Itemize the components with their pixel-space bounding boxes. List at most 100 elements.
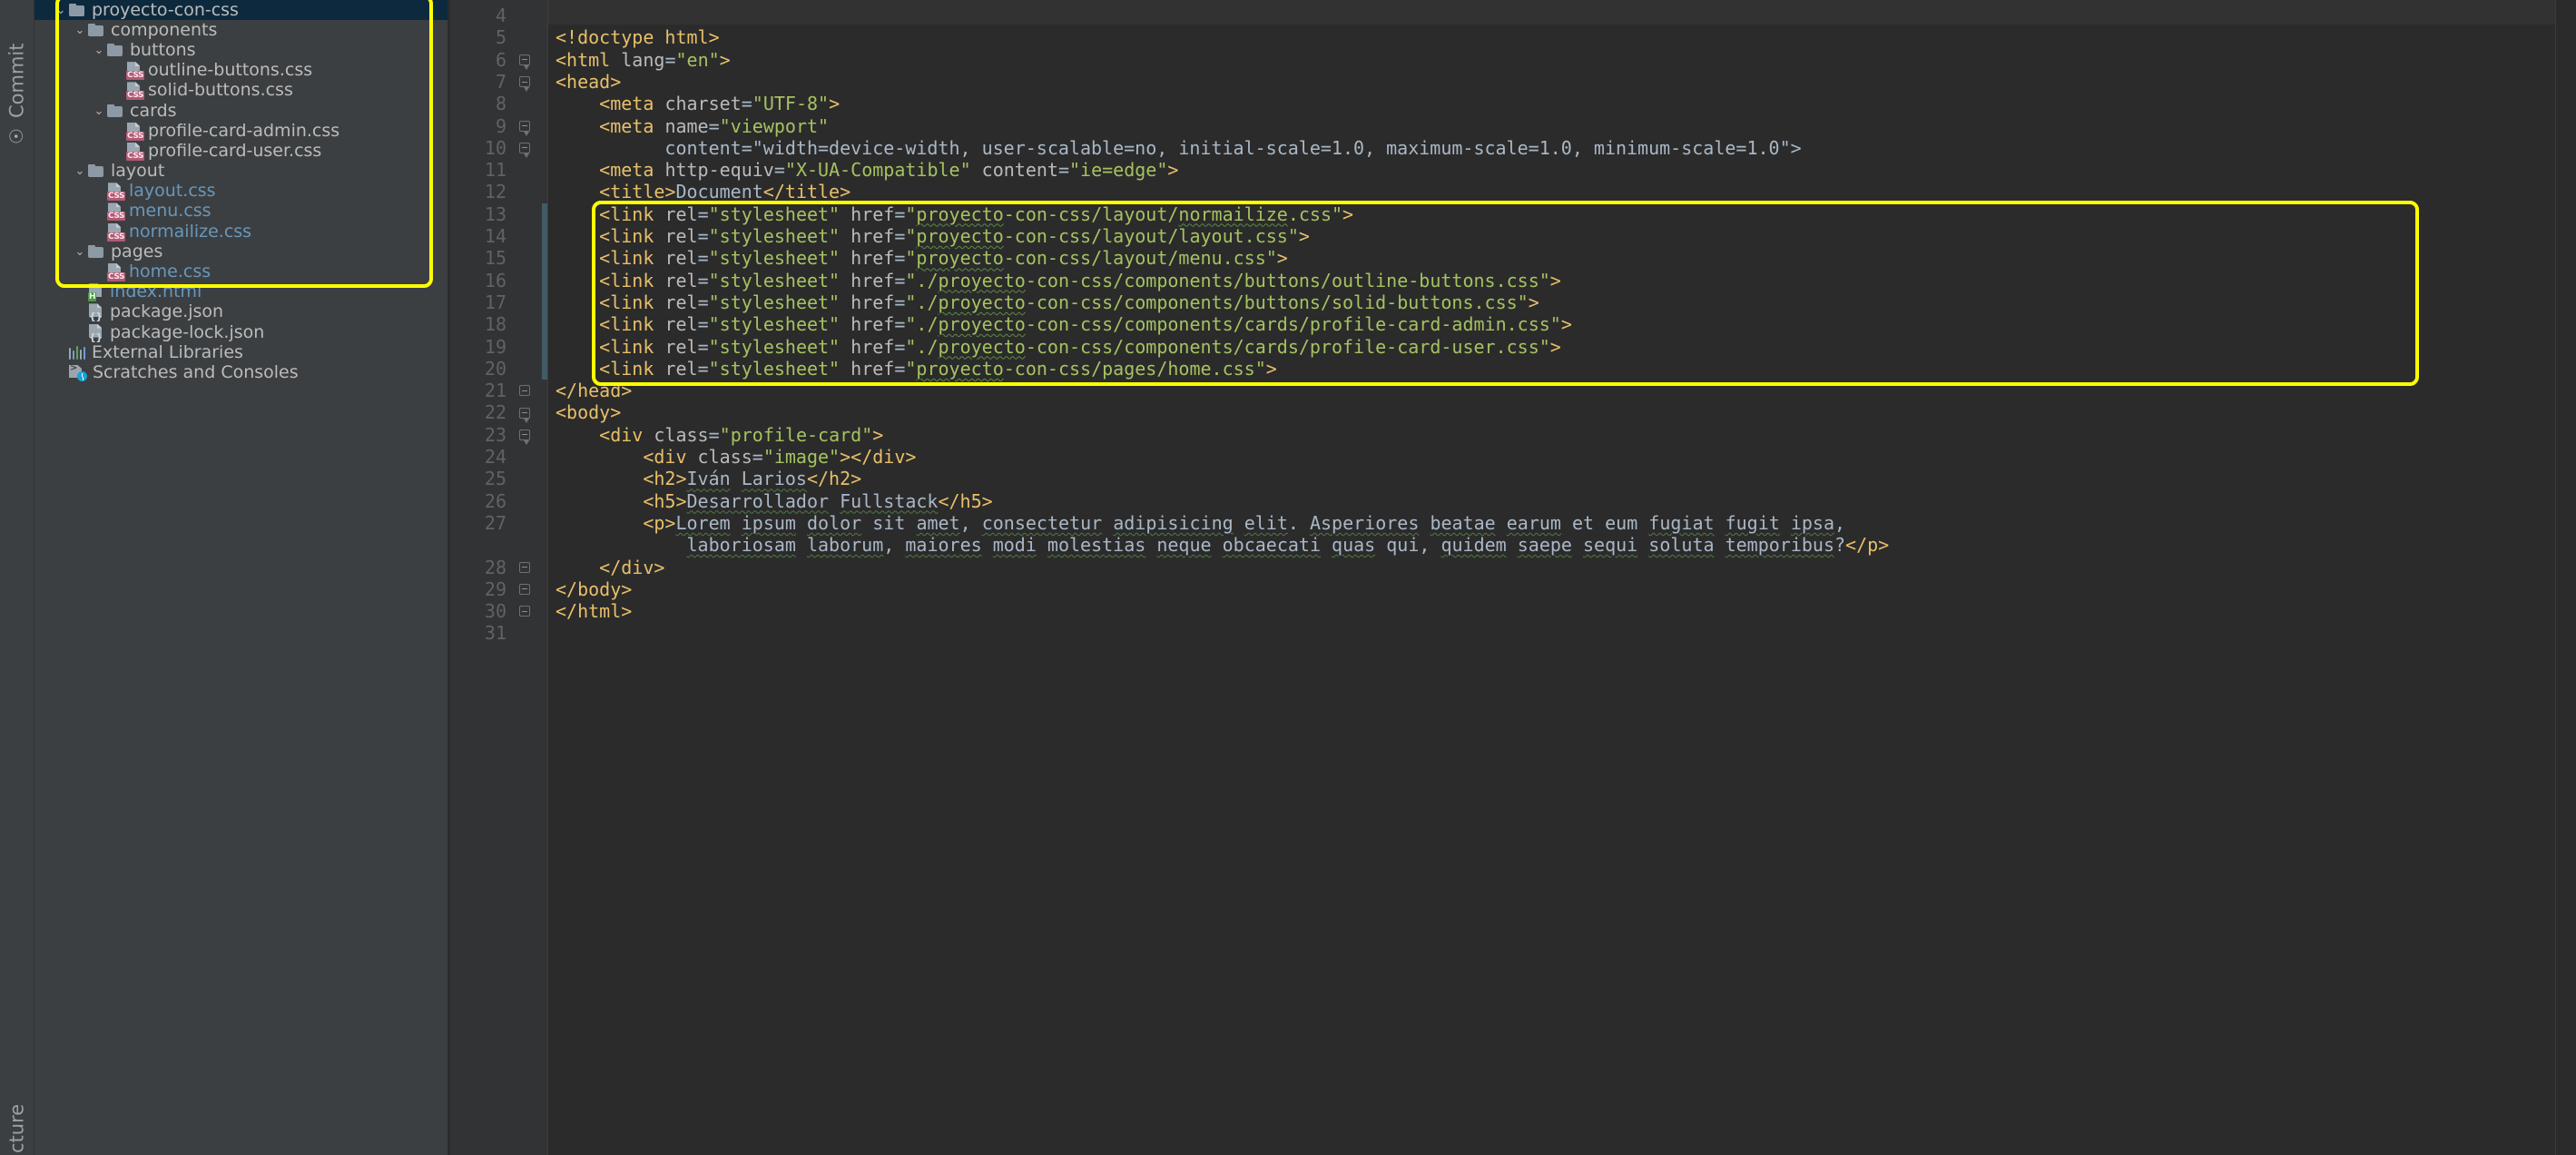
line-number: 18 <box>452 313 506 335</box>
editor-gutter[interactable]: 4567891011121314151617181920212223242526… <box>450 0 548 1155</box>
code-line: </body> <box>556 578 632 600</box>
code-fold-toggle[interactable] <box>517 115 532 137</box>
line-number: 23 <box>452 424 506 446</box>
chevron-down-icon[interactable]: ⌄ <box>72 246 88 258</box>
line-number: 30 <box>452 600 506 622</box>
tree-row-label: home.css <box>129 263 211 281</box>
code-line: laboriosam laborum, maiores modi molesti… <box>556 534 1889 556</box>
line-number: 4 <box>452 5 506 26</box>
code-line: </head> <box>556 380 632 401</box>
project-tree-panel[interactable]: ⌄proyecto-con-css⌄components⌄buttons⌄CSS… <box>34 0 448 1155</box>
tree-row[interactable]: ⌄CSSlayout.css <box>34 182 447 202</box>
tree-row[interactable]: ⌄{}package.json <box>34 302 447 322</box>
line-number: 26 <box>452 490 506 512</box>
folder-icon <box>107 104 123 118</box>
line-number: 8 <box>452 93 506 114</box>
code-line: <p>Lorem ipsum dolor sit amet, consectet… <box>556 512 1845 534</box>
code-line: <link rel="stylesheet" href="./proyecto-… <box>556 336 1561 358</box>
tree-row[interactable]: ⌄CSSoutline-buttons.css <box>34 61 447 81</box>
code-fold-toggle[interactable] <box>517 600 532 622</box>
code-line: <!doctype html> <box>556 26 720 48</box>
folder-icon <box>88 245 104 259</box>
css-file-icon: CSS <box>107 223 123 241</box>
code-line: <head> <box>556 71 621 93</box>
tree-row[interactable]: ⌄CSSprofile-card-user.css <box>34 141 447 161</box>
tree-row[interactable]: ⌄Hindex.html <box>34 282 447 302</box>
code-line: <meta http-equiv="X-UA-Compatible" conte… <box>556 159 1178 181</box>
code-line: <link rel="stylesheet" href="./proyecto-… <box>556 313 1572 335</box>
line-number: 6 <box>452 49 506 71</box>
code-fold-toggle[interactable] <box>517 49 532 71</box>
tree-row-label: normailize.css <box>129 223 251 241</box>
line-number: 28 <box>452 557 506 578</box>
tree-row-label: package-lock.json <box>110 324 264 341</box>
tree-row[interactable]: ⌄ proyecto-con-css <box>34 0 447 20</box>
tree-row[interactable]: ⌄CSSsolid-buttons.css <box>34 81 447 101</box>
left-tool-strip: ☉ Commit cture <box>0 0 34 1155</box>
folder-icon <box>88 24 104 37</box>
caret-row-highlight <box>548 0 2555 25</box>
tree-row[interactable]: ⌄pages <box>34 242 447 262</box>
tree-row-label: profile-card-user.css <box>148 143 321 160</box>
chevron-down-icon[interactable]: ⌄ <box>53 5 69 16</box>
commit-tool-label: Commit <box>6 44 28 119</box>
tree-row-label: solid-buttons.css <box>148 82 293 99</box>
code-line: <div class="profile-card"> <box>556 424 883 446</box>
tree-row[interactable]: ⌄buttons <box>34 40 447 60</box>
code-line: <link rel="stylesheet" href="proyecto-co… <box>556 358 1277 380</box>
code-line <box>556 622 566 644</box>
line-number: 16 <box>452 270 506 291</box>
tree-row-label: cards <box>130 103 177 120</box>
code-line: <link rel="stylesheet" href="proyecto-co… <box>556 203 1353 225</box>
code-fold-toggle[interactable] <box>517 137 532 159</box>
scratches-icon <box>69 365 86 380</box>
tree-row[interactable]: ⌄ cards <box>34 101 447 121</box>
code-fold-toggle[interactable] <box>517 380 532 401</box>
code-fold-toggle[interactable] <box>517 424 532 446</box>
chevron-down-icon[interactable]: ⌄ <box>91 44 107 56</box>
code-fold-toggle[interactable] <box>517 578 532 600</box>
tree-row[interactable]: ⌄CSShome.css <box>34 262 447 281</box>
css-file-icon: CSS <box>107 263 123 281</box>
external-libraries-icon <box>69 345 85 360</box>
folder-icon <box>88 164 104 178</box>
tree-row-label: index.html <box>110 283 202 301</box>
folder-icon <box>69 4 85 17</box>
code-line: <html lang="en"> <box>556 49 731 71</box>
editor-scrollbar[interactable] <box>2555 0 2576 1155</box>
chevron-down-icon[interactable]: ⌄ <box>72 25 88 36</box>
tree-row[interactable]: ⌄CSSprofile-card-admin.css <box>34 121 447 141</box>
code-fold-toggle[interactable] <box>517 557 532 578</box>
tree-row-label: layout <box>111 163 164 180</box>
tree-row[interactable]: ⌄{}package-lock.json <box>34 322 447 342</box>
code-line: <meta name="viewport" <box>556 115 829 137</box>
tree-row[interactable]: ⌄Scratches and Consoles <box>34 362 447 382</box>
chevron-down-icon[interactable]: ⌄ <box>91 105 107 117</box>
code-editor[interactable]: 4567891011121314151617181920212223242526… <box>450 0 2576 1155</box>
code-fold-toggle[interactable] <box>517 71 532 93</box>
chevron-down-icon[interactable]: ⌄ <box>72 165 88 177</box>
commit-tool-button[interactable]: ☉ Commit <box>0 2 34 147</box>
code-text-area[interactable]: <!doctype html><html lang="en"><head> <m… <box>548 0 2555 1155</box>
tree-row[interactable]: ⌄ layout <box>34 162 447 182</box>
ide-window: ☉ Commit cture ⌄ proyecto-con-css⌄compone… <box>0 0 2576 1155</box>
tree-row[interactable]: ⌄CSSmenu.css <box>34 202 447 222</box>
tree-row[interactable]: ⌄External Libraries <box>34 342 447 362</box>
tree-row-label: layout.css <box>129 183 216 200</box>
tree-row[interactable]: ⌄components <box>34 20 447 40</box>
code-line: <h2>Iván Larios</h2> <box>556 468 861 489</box>
css-file-icon: CSS <box>126 123 142 140</box>
project-tree-rows: ⌄proyecto-con-css⌄components⌄buttons⌄CSS… <box>34 0 447 383</box>
css-file-icon: CSS <box>126 143 142 160</box>
line-number: 15 <box>452 247 506 269</box>
line-number: 14 <box>452 225 506 247</box>
code-line: <body> <box>556 401 621 423</box>
code-line: <div class="image"></div> <box>556 446 916 468</box>
line-number: 27 <box>452 512 506 534</box>
line-number: 22 <box>452 401 506 423</box>
tree-row[interactable]: ⌄CSSnormailize.css <box>34 222 447 242</box>
tree-row-label: proyecto-con-css <box>92 2 239 19</box>
code-fold-toggle[interactable] <box>517 401 532 423</box>
tree-row-label: profile-card-admin.css <box>148 123 339 140</box>
structure-tool-button[interactable]: cture <box>0 1008 34 1153</box>
